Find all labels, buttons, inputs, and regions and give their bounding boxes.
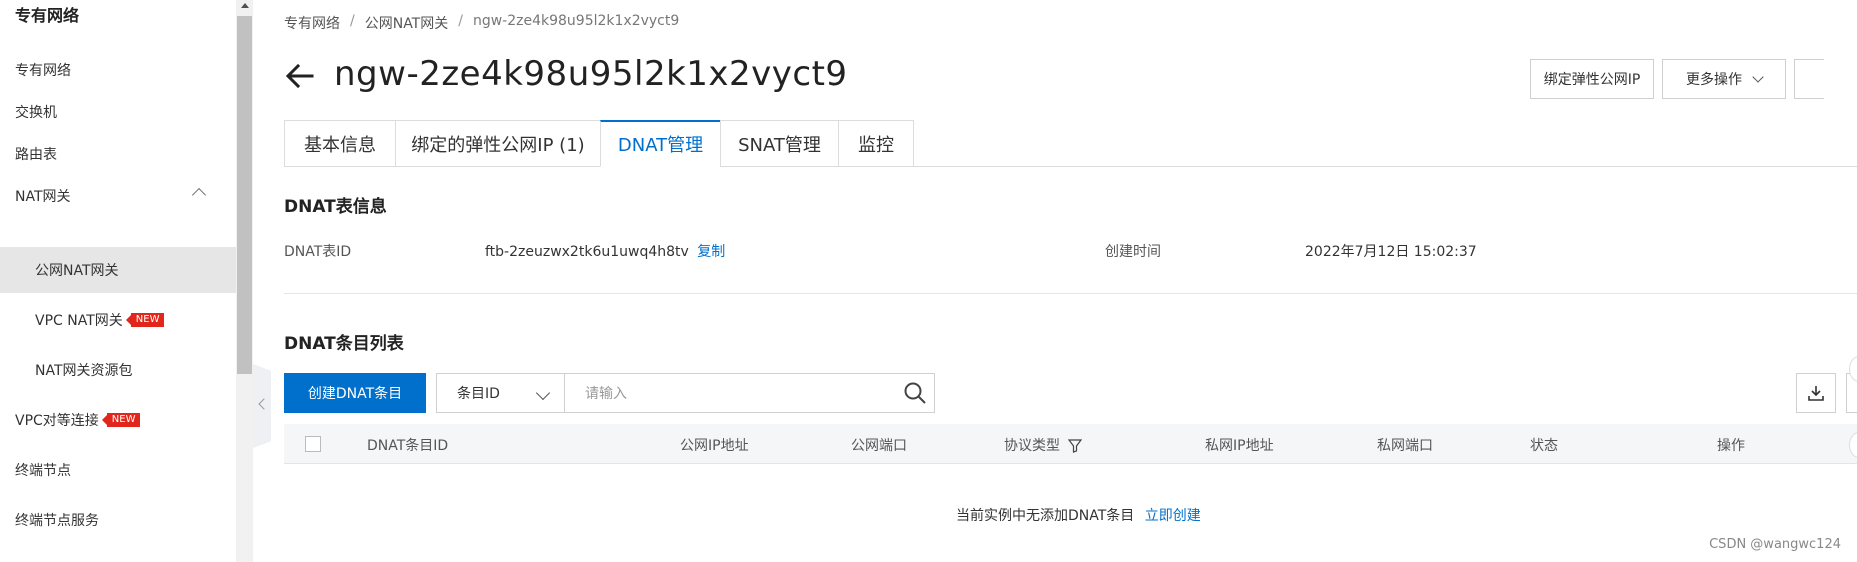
col-public-ip: 公网IP地址	[680, 438, 749, 454]
sidebar-item-route-table[interactable]: 路由表	[0, 131, 236, 177]
dnat-list-title: DNAT条目列表	[284, 334, 404, 354]
tab-dnat[interactable]: DNAT管理	[600, 120, 720, 167]
create-dnat-button[interactable]: 创建DNAT条目	[284, 373, 426, 413]
search-input[interactable]: 请输入	[564, 373, 935, 413]
tab-snat[interactable]: SNAT管理	[720, 120, 838, 167]
breadcrumb-separator: /	[458, 13, 463, 29]
col-private-port: 私网端口	[1377, 438, 1433, 454]
sidebar: 专有网络 专有网络 交换机 路由表 NAT网关 公网NAT网关 VPC NAT网…	[0, 0, 236, 562]
chevron-down-icon	[1752, 70, 1764, 83]
filter-icon[interactable]	[1068, 439, 1083, 453]
filter-field-select[interactable]: 条目ID	[436, 373, 565, 413]
main-content: 专有网络 / 公网NAT网关 / ngw-2ze4k98u95l2k1x2vyc…	[284, 0, 1857, 562]
dnat-id-label: DNAT表ID	[284, 244, 352, 260]
tab-bar: 基本信息 绑定的弹性公网IP (1) DNAT管理 SNAT管理 监控	[284, 120, 914, 167]
sidebar-item-vpc-nat[interactable]: VPC NAT网关 NEW	[0, 297, 236, 343]
col-dnat-id: DNAT条目ID	[367, 438, 449, 454]
sidebar-item-endpoint[interactable]: 终端节点	[0, 447, 236, 493]
download-icon	[1808, 386, 1824, 401]
sidebar-scrollbar-thumb[interactable]	[237, 16, 252, 374]
breadcrumb-public-nat[interactable]: 公网NAT网关	[365, 13, 449, 33]
col-protocol: 协议类型	[1004, 435, 1083, 455]
col-private-ip: 私网IP地址	[1205, 438, 1274, 454]
breadcrumb-separator: /	[350, 13, 355, 29]
sidebar-item-vpc-peering[interactable]: VPC对等连接 NEW	[0, 397, 236, 443]
edge-button[interactable]	[1794, 59, 1824, 99]
table-header: DNAT条目ID 公网IP地址 公网端口 协议类型 私网IP地址 私网端口 状态…	[284, 424, 1857, 464]
search-icon[interactable]	[903, 381, 927, 405]
tab-basic-info[interactable]: 基本信息	[284, 120, 395, 167]
watermark: CSDN @wangwc124	[1709, 537, 1841, 552]
col-actions: 操作	[1717, 438, 1745, 454]
tab-monitor[interactable]: 监控	[838, 120, 914, 167]
sidebar-item-nat-gateway[interactable]: NAT网关	[0, 173, 236, 219]
scroll-up-arrow-icon[interactable]	[241, 3, 249, 8]
col-public-port: 公网端口	[851, 438, 907, 454]
download-button[interactable]	[1796, 373, 1836, 413]
page-title: ngw-2ze4k98u95l2k1x2vyct9	[334, 54, 848, 94]
sidebar-item-public-nat[interactable]: 公网NAT网关	[0, 247, 236, 293]
more-actions-button[interactable]: 更多操作	[1662, 59, 1786, 99]
tab-bound-eip[interactable]: 绑定的弹性公网IP (1)	[395, 120, 600, 167]
bind-eip-button[interactable]: 绑定弹性公网IP	[1530, 59, 1654, 99]
empty-text: 当前实例中无添加DNAT条目	[956, 508, 1135, 524]
sidebar-item-nat-package[interactable]: NAT网关资源包	[0, 347, 236, 393]
create-now-link[interactable]: 立即创建	[1145, 508, 1201, 524]
breadcrumb-current: ngw-2ze4k98u95l2k1x2vyct9	[472, 13, 680, 29]
dnat-info-title: DNAT表信息	[284, 197, 387, 217]
copy-link[interactable]: 复制	[697, 244, 725, 260]
chevron-down-icon	[535, 385, 551, 401]
breadcrumb: 专有网络 / 公网NAT网关 / ngw-2ze4k98u95l2k1x2vyc…	[284, 13, 679, 33]
select-all-checkbox[interactable]	[305, 436, 321, 452]
new-badge: NEW	[101, 413, 141, 427]
sidebar-item-vswitch[interactable]: 交换机	[0, 89, 236, 135]
created-time-value: 2022年7月12日 15:02:37	[1305, 244, 1477, 260]
sidebar-item-vpc[interactable]: 专有网络	[0, 47, 236, 93]
sidebar-item-endpoint-service[interactable]: 终端节点服务	[0, 497, 236, 543]
col-status: 状态	[1530, 438, 1558, 454]
dnat-id-value: ftb-2zeuzwx2tk6u1uwq4h8tv	[485, 244, 689, 260]
back-arrow-icon[interactable]	[284, 60, 316, 92]
sidebar-title: 专有网络	[15, 6, 80, 25]
breadcrumb-vpc[interactable]: 专有网络	[284, 13, 340, 33]
created-time-label: 创建时间	[1105, 244, 1161, 260]
dnat-id-value-row: ftb-2zeuzwx2tk6u1uwq4h8tv 复制	[485, 241, 725, 261]
new-badge: NEW	[125, 313, 165, 327]
section-divider	[284, 293, 1857, 294]
chevron-up-icon	[191, 187, 207, 203]
